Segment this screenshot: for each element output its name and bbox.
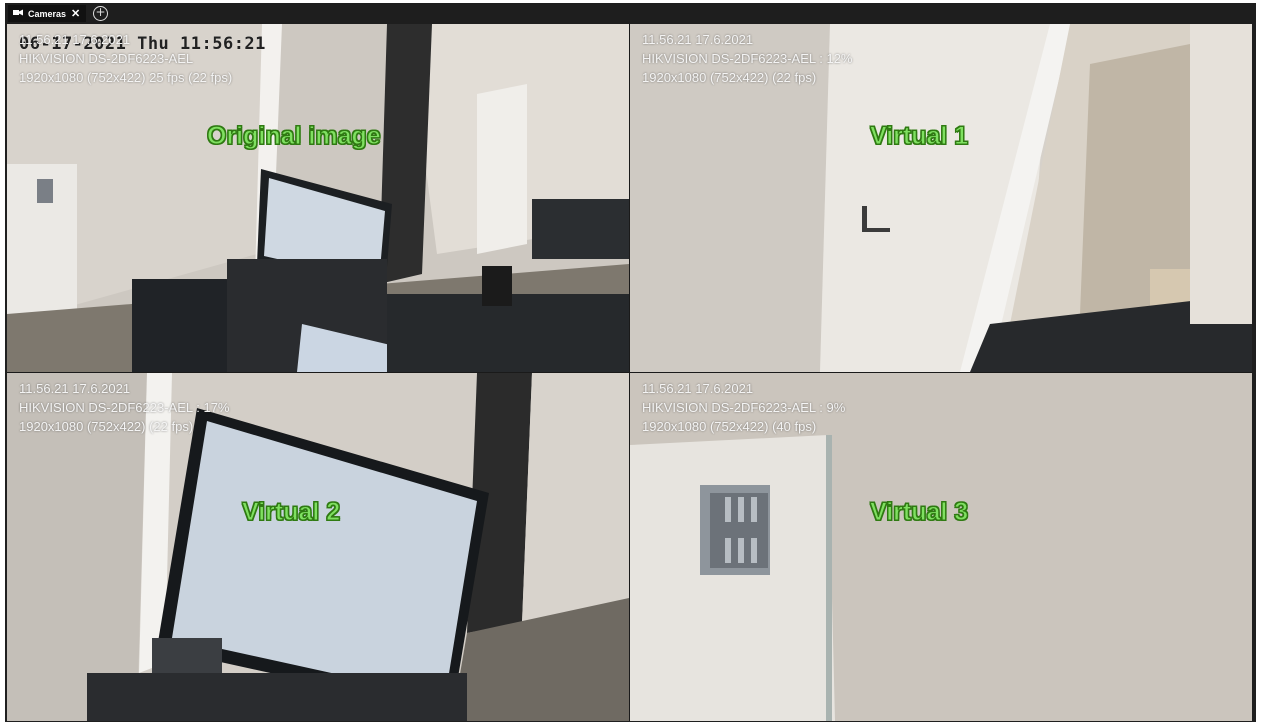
camera-info-overlay: 11.56.21 17.6.2021 HIKVISION DS-2DF6223-… xyxy=(642,30,853,87)
pane-label: Original image xyxy=(207,122,382,151)
close-icon[interactable]: ✕ xyxy=(71,7,80,20)
tab-bar: Cameras ✕ + xyxy=(5,3,1256,24)
camera-pane-virtual-3[interactable]: 11.56.21 17.6.2021 HIKVISION DS-2DF6223-… xyxy=(630,373,1252,721)
camera-resolution: 1920x1080 (752x422) (22 fps) xyxy=(642,70,817,85)
add-tab-button[interactable]: + xyxy=(93,6,108,21)
camera-info-overlay: 11.56.21 17.6.2021 HIKVISION DS-2DF6223-… xyxy=(642,379,845,436)
camera-timestamp: 11.56.21 17.6.2021 xyxy=(19,32,131,47)
camera-timestamp: 11.56.21 17.6.2021 xyxy=(642,32,754,47)
camera-icon xyxy=(12,8,24,19)
camera-viewer-window: Cameras ✕ + 06-17-2021 Thu 11:56:21 11.5… xyxy=(5,3,1256,722)
camera-resolution: 1920x1080 (752x422) (40 fps) xyxy=(642,419,817,434)
camera-model: HIKVISION DS-2DF6223-AEL : 9% xyxy=(642,400,846,415)
camera-info-overlay: 11.56.21 17.6.2021 HIKVISION DS-2DF6223-… xyxy=(19,379,230,436)
camera-model: HIKVISION DS-2DF6223-AEL xyxy=(19,51,194,66)
pane-label: Virtual 2 xyxy=(241,498,341,527)
camera-model: HIKVISION DS-2DF6223-AEL : 17% xyxy=(19,400,230,415)
pane-label: Virtual 1 xyxy=(869,122,969,151)
camera-pane-original[interactable]: 06-17-2021 Thu 11:56:21 11.56.21 17.6.20… xyxy=(7,24,629,372)
pane-label: Virtual 3 xyxy=(869,498,969,527)
camera-pane-virtual-1[interactable]: 11.56.21 17.6.2021 HIKVISION DS-2DF6223-… xyxy=(630,24,1252,372)
camera-timestamp: 11.56.21 17.6.2021 xyxy=(642,381,754,396)
camera-grid: 06-17-2021 Thu 11:56:21 11.56.21 17.6.20… xyxy=(7,24,1252,721)
camera-pane-virtual-2[interactable]: 11.56.21 17.6.2021 HIKVISION DS-2DF6223-… xyxy=(7,373,629,721)
camera-resolution: 1920x1080 (752x422) (22 fps) xyxy=(19,419,194,434)
plus-circle-icon: + xyxy=(95,5,106,19)
camera-resolution: 1920x1080 (752x422) 25 fps (22 fps) xyxy=(19,70,233,85)
camera-info-overlay: 11.56.21 17.6.2021 HIKVISION DS-2DF6223-… xyxy=(19,30,232,87)
tab-cameras-label: Cameras xyxy=(28,8,67,19)
camera-timestamp: 11.56.21 17.6.2021 xyxy=(19,381,131,396)
camera-model: HIKVISION DS-2DF6223-AEL : 12% xyxy=(642,51,853,66)
tab-cameras[interactable]: Cameras ✕ xyxy=(8,5,86,22)
